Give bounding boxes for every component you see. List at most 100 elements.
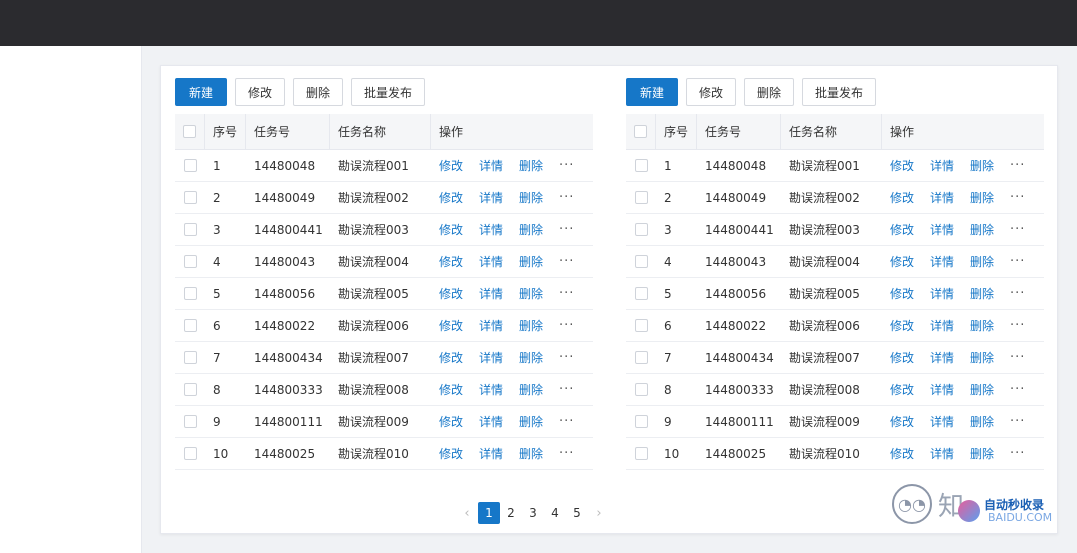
- row-delete-link[interactable]: 删除: [519, 445, 543, 462]
- row-delete-link[interactable]: 删除: [970, 317, 994, 334]
- row-edit-link[interactable]: 修改: [439, 413, 463, 430]
- row-checkbox[interactable]: [634, 159, 648, 172]
- row-checkbox[interactable]: [634, 191, 648, 204]
- row-delete-link[interactable]: 删除: [519, 349, 543, 366]
- row-checkbox[interactable]: [183, 447, 197, 460]
- row-detail-link[interactable]: 详情: [930, 349, 954, 366]
- more-icon[interactable]: ···: [1010, 382, 1025, 397]
- row-checkbox[interactable]: [183, 319, 197, 332]
- row-checkbox[interactable]: [183, 287, 197, 300]
- row-edit-link[interactable]: 修改: [439, 349, 463, 366]
- row-detail-link[interactable]: 详情: [930, 253, 954, 270]
- row-edit-link[interactable]: 修改: [439, 445, 463, 462]
- more-icon[interactable]: ···: [1010, 286, 1025, 301]
- row-edit-link[interactable]: 修改: [890, 285, 914, 302]
- next-page-icon[interactable]: ›: [588, 502, 610, 524]
- row-edit-link[interactable]: 修改: [439, 189, 463, 206]
- more-icon[interactable]: ···: [559, 414, 574, 429]
- row-detail-link[interactable]: 详情: [930, 413, 954, 430]
- row-detail-link[interactable]: 详情: [930, 445, 954, 462]
- select-all-checkbox[interactable]: [183, 125, 196, 138]
- row-detail-link[interactable]: 详情: [479, 253, 503, 270]
- more-icon[interactable]: ···: [1010, 318, 1025, 333]
- row-edit-link[interactable]: 修改: [890, 317, 914, 334]
- row-edit-link[interactable]: 修改: [439, 381, 463, 398]
- more-icon[interactable]: ···: [559, 286, 574, 301]
- row-edit-link[interactable]: 修改: [890, 189, 914, 206]
- new-button[interactable]: 新建: [626, 78, 679, 106]
- row-edit-link[interactable]: 修改: [890, 157, 914, 174]
- row-checkbox[interactable]: [634, 447, 648, 460]
- row-detail-link[interactable]: 详情: [479, 381, 503, 398]
- row-delete-link[interactable]: 删除: [519, 253, 543, 270]
- row-delete-link[interactable]: 删除: [970, 381, 994, 398]
- row-checkbox[interactable]: [634, 223, 648, 236]
- delete-button[interactable]: 删除: [744, 78, 795, 106]
- page-3[interactable]: 3: [522, 502, 544, 524]
- row-delete-link[interactable]: 删除: [970, 349, 994, 366]
- row-edit-link[interactable]: 修改: [890, 221, 914, 238]
- row-checkbox[interactable]: [183, 159, 197, 172]
- row-edit-link[interactable]: 修改: [439, 157, 463, 174]
- row-delete-link[interactable]: 删除: [519, 189, 543, 206]
- select-all-checkbox[interactable]: [634, 125, 647, 138]
- batch-publish-button[interactable]: 批量发布: [351, 78, 426, 106]
- row-edit-link[interactable]: 修改: [890, 253, 914, 270]
- row-detail-link[interactable]: 详情: [479, 445, 503, 462]
- more-icon[interactable]: ···: [1010, 158, 1025, 173]
- batch-publish-button[interactable]: 批量发布: [802, 78, 877, 106]
- page-4[interactable]: 4: [544, 502, 566, 524]
- row-detail-link[interactable]: 详情: [479, 189, 503, 206]
- row-delete-link[interactable]: 删除: [970, 189, 994, 206]
- row-delete-link[interactable]: 删除: [519, 157, 543, 174]
- more-icon[interactable]: ···: [559, 222, 574, 237]
- more-icon[interactable]: ···: [559, 446, 574, 461]
- row-delete-link[interactable]: 删除: [970, 157, 994, 174]
- more-icon[interactable]: ···: [1010, 414, 1025, 429]
- row-delete-link[interactable]: 删除: [519, 413, 543, 430]
- row-delete-link[interactable]: 删除: [970, 221, 994, 238]
- row-detail-link[interactable]: 详情: [930, 317, 954, 334]
- row-checkbox[interactable]: [634, 415, 648, 428]
- more-icon[interactable]: ···: [559, 158, 574, 173]
- page-1[interactable]: 1: [478, 502, 500, 524]
- row-checkbox[interactable]: [634, 319, 648, 332]
- prev-page-icon[interactable]: ‹: [456, 502, 478, 524]
- row-edit-link[interactable]: 修改: [439, 285, 463, 302]
- row-edit-link[interactable]: 修改: [439, 221, 463, 238]
- row-checkbox[interactable]: [183, 255, 197, 268]
- row-detail-link[interactable]: 详情: [479, 317, 503, 334]
- row-delete-link[interactable]: 删除: [519, 221, 543, 238]
- page-2[interactable]: 2: [500, 502, 522, 524]
- more-icon[interactable]: ···: [559, 254, 574, 269]
- edit-button[interactable]: 修改: [686, 78, 737, 106]
- row-delete-link[interactable]: 删除: [970, 445, 994, 462]
- edit-button[interactable]: 修改: [235, 78, 286, 106]
- row-detail-link[interactable]: 详情: [479, 157, 503, 174]
- page-5[interactable]: 5: [566, 502, 588, 524]
- row-detail-link[interactable]: 详情: [930, 381, 954, 398]
- row-checkbox[interactable]: [634, 287, 648, 300]
- more-icon[interactable]: ···: [559, 318, 574, 333]
- row-detail-link[interactable]: 详情: [479, 413, 503, 430]
- row-checkbox[interactable]: [183, 383, 197, 396]
- row-checkbox[interactable]: [634, 383, 648, 396]
- row-edit-link[interactable]: 修改: [439, 317, 463, 334]
- row-checkbox[interactable]: [634, 351, 648, 364]
- row-detail-link[interactable]: 详情: [930, 189, 954, 206]
- row-detail-link[interactable]: 详情: [930, 221, 954, 238]
- row-delete-link[interactable]: 删除: [970, 285, 994, 302]
- new-button[interactable]: 新建: [175, 78, 228, 106]
- row-checkbox[interactable]: [183, 415, 197, 428]
- row-checkbox[interactable]: [634, 255, 648, 268]
- row-checkbox[interactable]: [183, 191, 197, 204]
- more-icon[interactable]: ···: [1010, 446, 1025, 461]
- row-edit-link[interactable]: 修改: [439, 253, 463, 270]
- more-icon[interactable]: ···: [1010, 254, 1025, 269]
- more-icon[interactable]: ···: [1010, 350, 1025, 365]
- row-detail-link[interactable]: 详情: [479, 221, 503, 238]
- row-checkbox[interactable]: [183, 351, 197, 364]
- row-edit-link[interactable]: 修改: [890, 413, 914, 430]
- more-icon[interactable]: ···: [559, 190, 574, 205]
- row-checkbox[interactable]: [183, 223, 197, 236]
